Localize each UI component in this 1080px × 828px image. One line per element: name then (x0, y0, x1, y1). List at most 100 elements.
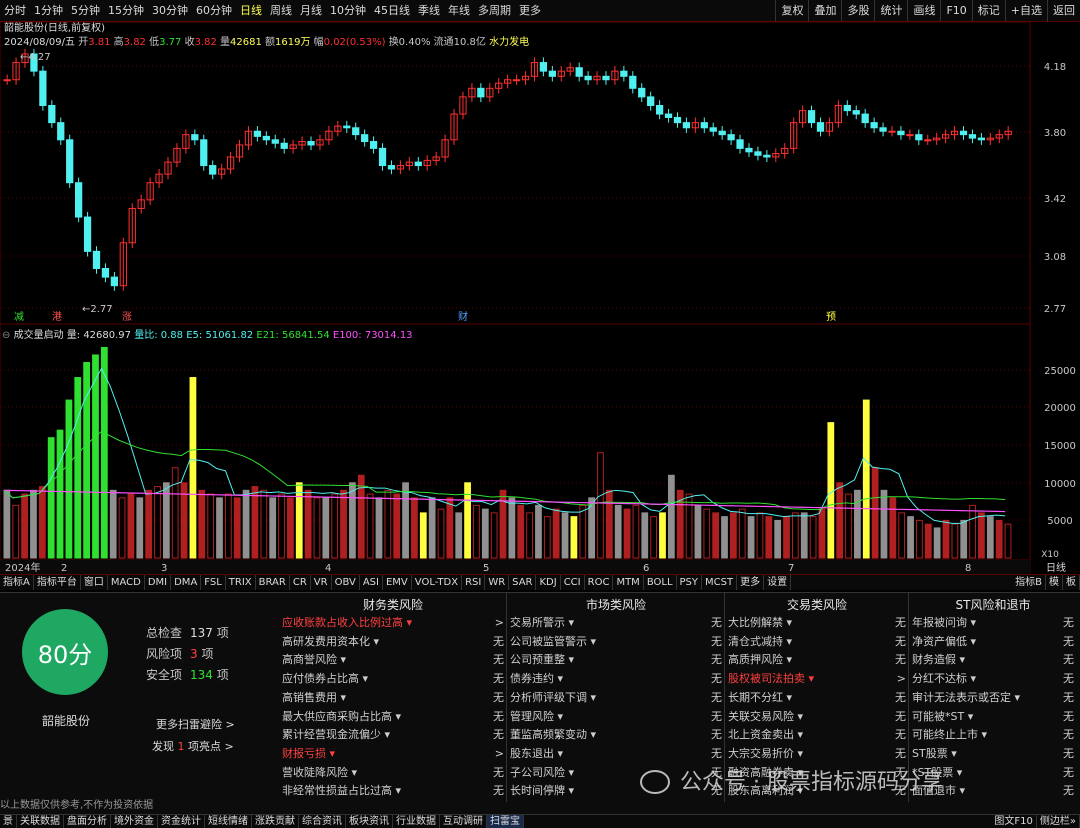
bottom-tab-0[interactable]: 景 (0, 815, 17, 828)
indicator-tab-20[interactable]: ROC (585, 575, 614, 590)
risk-row[interactable]: 高质押风险 ▾ 无 (728, 651, 906, 670)
bottom-tab-8[interactable]: 板块资讯 (346, 815, 393, 828)
risk-row[interactable]: 财务造假 ▾ 无 (912, 651, 1074, 670)
indicator-right-tab-1[interactable]: 模 (1046, 575, 1063, 590)
kline-chart[interactable]: 4.183.803.423.082.7725000200001500010000… (0, 0, 1080, 574)
risk-row[interactable]: 审计无法表示或否定 ▾ 无 (912, 689, 1074, 708)
risk-row[interactable]: 长期不分红 ▾ 无 (728, 689, 906, 708)
risk-row[interactable]: 年报被问询 ▾ 无 (912, 614, 1074, 633)
period-tab-12[interactable]: 年线 (444, 0, 474, 22)
risk-row[interactable]: 财报亏损 ▾ > (282, 745, 504, 764)
indicator-tab-16[interactable]: WR (485, 575, 510, 590)
collapse-icon[interactable]: ⊖ (2, 330, 10, 341)
bottom-tab-5[interactable]: 短线情绪 (205, 815, 252, 828)
indicator-tab-10[interactable]: VR (311, 575, 332, 590)
period-tab-7[interactable]: 周线 (266, 0, 296, 22)
period-tab-8[interactable]: 月线 (296, 0, 326, 22)
risk-row[interactable]: 累计经营现金流偏少 ▾ 无 (282, 726, 504, 745)
bottom-tab-1[interactable]: 关联数据 (17, 815, 64, 828)
indicator-tab-26[interactable]: 设置 (764, 575, 792, 590)
risk-row[interactable]: 大宗交易折价 ▾ 无 (728, 745, 906, 764)
period-tab-9[interactable]: 10分钟 (326, 0, 370, 22)
indicator-tab-7[interactable]: TRIX (226, 575, 256, 590)
risk-row[interactable]: 公司预重整 ▾ 无 (510, 651, 722, 670)
period-tab-11[interactable]: 季线 (414, 0, 444, 22)
risk-row[interactable]: 分析师评级下调 ▾ 无 (510, 689, 722, 708)
indicator-tab-21[interactable]: MTM (613, 575, 644, 590)
period-tab-0[interactable]: 分时 (0, 0, 30, 22)
risk-row[interactable]: 大比例解禁 ▾ 无 (728, 614, 906, 633)
risk-row[interactable]: 股权被司法拍卖 ▾ > (728, 670, 906, 689)
tool-button-8[interactable]: 返回 (1047, 0, 1080, 22)
risk-row[interactable]: 债券违约 ▾ 无 (510, 670, 722, 689)
bottom-right-0[interactable]: 图文F10 (991, 815, 1037, 828)
period-tab-10[interactable]: 45日线 (370, 0, 414, 22)
risk-row[interactable]: 最大供应商采购占比高 ▾ 无 (282, 708, 504, 727)
indicator-tab-13[interactable]: EMV (383, 575, 412, 590)
risk-row[interactable]: 高销售费用 ▾ 无 (282, 689, 504, 708)
indicator-tab-1[interactable]: 指标平台 (34, 575, 81, 590)
indicator-tab-18[interactable]: KDJ (536, 575, 561, 590)
indicator-tab-3[interactable]: MACD (108, 575, 145, 590)
bottom-tab-2[interactable]: 盘面分析 (64, 815, 111, 828)
indicator-tab-2[interactable]: 窗口 (81, 575, 108, 590)
indicator-tab-15[interactable]: RSI (462, 575, 486, 590)
tool-button-7[interactable]: +自选 (1004, 0, 1047, 22)
period-tab-2[interactable]: 5分钟 (67, 0, 104, 22)
indicator-tab-11[interactable]: OBV (332, 575, 360, 590)
period-tab-14[interactable]: 更多 (515, 0, 545, 22)
volume-indicator-name[interactable]: 成交量启动 (14, 330, 64, 341)
risk-row[interactable]: ST股票 ▾ 无 (912, 745, 1074, 764)
risk-row[interactable]: 高商誉风险 ▾ 无 (282, 651, 504, 670)
risk-row[interactable]: 公司被监管警示 ▾ 无 (510, 633, 722, 652)
indicator-tab-22[interactable]: BOLL (644, 575, 677, 590)
period-tab-4[interactable]: 30分钟 (148, 0, 192, 22)
indicator-tab-19[interactable]: CCI (561, 575, 585, 590)
indicator-tab-5[interactable]: DMA (171, 575, 202, 590)
risk-row[interactable]: 高研发费用资本化 ▾ 无 (282, 633, 504, 652)
indicator-tab-24[interactable]: MCST (702, 575, 738, 590)
period-tab-13[interactable]: 多周期 (474, 0, 515, 22)
risk-row[interactable]: 管理风险 ▾ 无 (510, 708, 722, 727)
risk-row[interactable]: 关联交易风险 ▾ 无 (728, 708, 906, 727)
risk-row[interactable]: 分红不达标 ▾ 无 (912, 670, 1074, 689)
indicator-tab-25[interactable]: 更多 (737, 575, 765, 590)
bottom-tab-9[interactable]: 行业数据 (393, 815, 440, 828)
bottom-tab-3[interactable]: 境外资金 (111, 815, 158, 828)
indicator-tab-12[interactable]: ASI (360, 575, 383, 590)
risk-row[interactable]: 北上资金卖出 ▾ 无 (728, 726, 906, 745)
period-tab-6[interactable]: 日线 (236, 0, 266, 22)
indicator-right-tab-0[interactable]: 指标B (1012, 575, 1046, 590)
bottom-tab-6[interactable]: 涨跌贡献 (252, 815, 299, 828)
bottom-tab-10[interactable]: 互动调研 (440, 815, 487, 828)
risk-row[interactable]: 净资产偏低 ▾ 无 (912, 633, 1074, 652)
bottom-tab-7[interactable]: 综合资讯 (299, 815, 346, 828)
tool-button-2[interactable]: 多股 (841, 0, 874, 22)
indicator-right-tab-2[interactable]: 板 (1063, 575, 1080, 590)
risk-row[interactable]: 可能被*ST ▾ 无 (912, 708, 1074, 727)
indicator-tab-6[interactable]: FSL (201, 575, 226, 590)
indicator-tab-23[interactable]: PSY (677, 575, 703, 590)
tool-button-0[interactable]: 复权 (775, 0, 808, 22)
indicator-tab-4[interactable]: DMI (145, 575, 172, 590)
risk-row[interactable]: 非经常性损益占比过高 ▾ 无 (282, 782, 504, 801)
indicator-tab-17[interactable]: SAR (509, 575, 537, 590)
tool-button-4[interactable]: 画线 (907, 0, 940, 22)
period-tab-1[interactable]: 1分钟 (30, 0, 67, 22)
period-tab-3[interactable]: 15分钟 (104, 0, 148, 22)
risk-row[interactable]: 营收陡降风险 ▾ 无 (282, 764, 504, 783)
risk-row[interactable]: 交易所警示 ▾ 无 (510, 614, 722, 633)
tool-button-5[interactable]: F10 (940, 0, 971, 22)
risk-row[interactable]: 应收账款占收入比例过高 ▾ > (282, 614, 504, 633)
bottom-right-1[interactable]: 侧边栏» (1037, 815, 1080, 828)
bottom-tab-4[interactable]: 资金统计 (158, 815, 205, 828)
indicator-tab-9[interactable]: CR (290, 575, 311, 590)
tool-button-3[interactable]: 统计 (874, 0, 907, 22)
risk-row[interactable]: 可能终止上市 ▾ 无 (912, 726, 1074, 745)
risk-row[interactable]: 董监高频繁变动 ▾ 无 (510, 726, 722, 745)
indicator-tab-0[interactable]: 指标A (0, 575, 34, 590)
risk-row[interactable]: 清仓式减持 ▾ 无 (728, 633, 906, 652)
bottom-tab-11[interactable]: 扫雷宝 (487, 815, 524, 828)
period-tab-5[interactable]: 60分钟 (192, 0, 236, 22)
indicator-tab-8[interactable]: BRAR (256, 575, 290, 590)
